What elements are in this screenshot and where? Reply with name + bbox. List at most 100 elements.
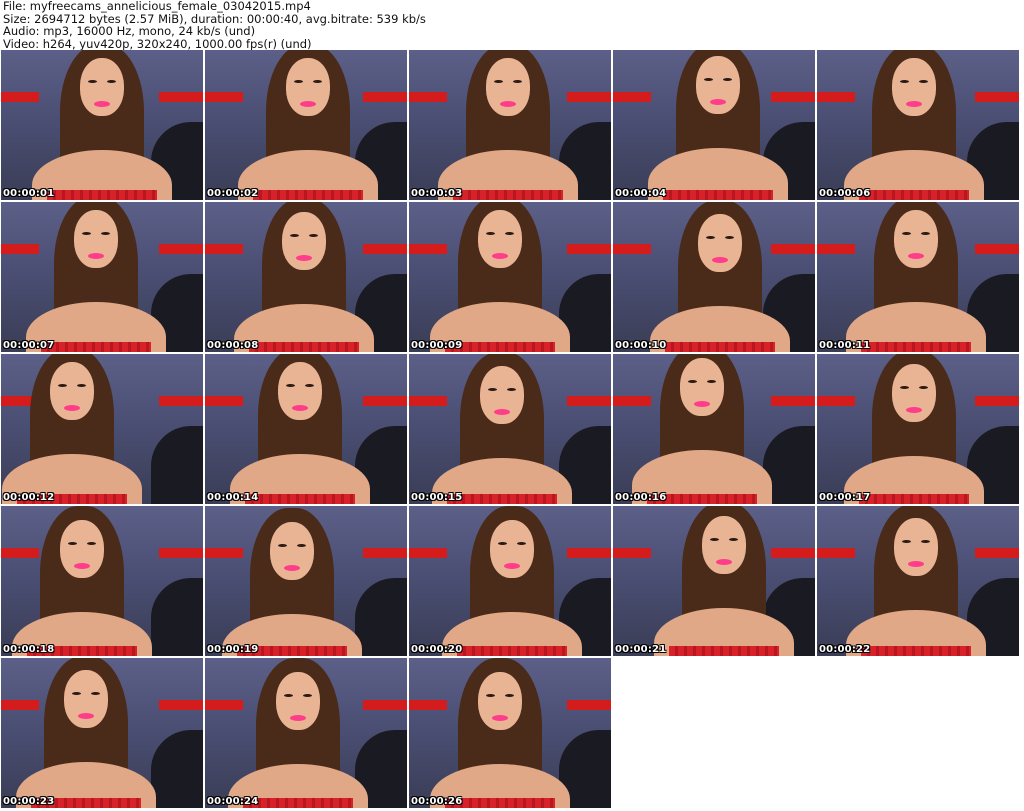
red-wall-stripe [567,396,611,406]
red-wall-stripe [817,396,855,406]
left-eye [902,540,911,543]
face [480,366,524,424]
frame-timestamp: 00:00:20 [411,644,463,655]
red-wall-stripe [205,92,243,102]
red-wall-stripe [409,92,447,102]
red-dress-top [663,190,773,200]
red-wall-stripe [159,244,203,254]
red-wall-stripe [159,396,203,406]
red-wall-stripe [159,92,203,102]
frame-timestamp: 00:00:06 [819,188,871,199]
frame-timestamp: 00:00:15 [411,492,463,503]
file-name-line: File: myfreecams_annelicious_female_0304… [3,0,311,13]
right-eye [517,542,526,545]
lips [908,253,924,259]
right-eye [303,694,312,697]
red-dress-top [861,646,971,656]
lips [94,101,110,107]
right-eye [91,692,100,695]
lips [710,99,726,105]
left-eye [284,694,293,697]
frame-timestamp: 00:00:10 [615,340,667,351]
frame-timestamp: 00:00:01 [3,188,55,199]
frame-timestamp: 00:00:19 [207,644,259,655]
face [50,362,94,420]
red-wall-stripe [1,92,39,102]
lips [712,257,728,263]
red-wall-stripe [409,548,447,558]
left-eye [710,538,719,541]
right-eye [505,232,514,235]
red-wall-stripe [205,548,243,558]
right-eye [505,694,514,697]
lips [694,401,710,407]
red-wall-stripe [817,548,855,558]
red-wall-stripe [817,244,855,254]
red-dress-top [447,494,557,504]
red-dress-top [453,190,563,200]
video-frame-thumbnail: 00:00:12 [1,354,203,504]
video-frame-thumbnail: 00:00:11 [817,202,1019,352]
red-dress-top [665,342,775,352]
red-dress-top [457,646,567,656]
right-eye [919,80,928,83]
video-frame-thumbnail: 00:00:09 [409,202,611,352]
face [286,58,330,116]
thumbnail-grid: 00:00:01 00:00:02 00:00:03 00:00:04 00:00:06… [1,50,1023,810]
red-wall-stripe [363,92,407,102]
frame-timestamp: 00:00:26 [411,796,463,807]
red-wall-stripe [567,92,611,102]
lips [492,253,508,259]
frame-timestamp: 00:00:02 [207,188,259,199]
right-eye [921,540,930,543]
video-frame-thumbnail: 00:00:04 [613,50,815,200]
left-eye [704,78,713,81]
red-wall-stripe [363,548,407,558]
face [478,210,522,268]
face [74,210,118,268]
face [894,518,938,576]
lips [908,561,924,567]
lips [284,565,300,571]
file-info-header: File: myfreecams_annelicious_female_0304… [0,0,1024,50]
red-wall-stripe [363,396,407,406]
video-frame-thumbnail: 00:00:16 [613,354,815,504]
lips [64,405,80,411]
face [698,214,742,272]
red-dress-top [47,190,157,200]
frame-timestamp: 00:00:09 [411,340,463,351]
right-eye [305,384,314,387]
video-frame-thumbnail: 00:00:17 [817,354,1019,504]
frame-timestamp: 00:00:11 [819,340,871,351]
left-eye [286,384,295,387]
face [894,210,938,268]
frame-timestamp: 00:00:08 [207,340,259,351]
red-wall-stripe [771,244,815,254]
red-wall-stripe [613,244,651,254]
frame-timestamp: 00:00:23 [3,796,55,807]
red-wall-stripe [613,396,651,406]
face [490,520,534,578]
video-frame-thumbnail: 00:00:20 [409,506,611,656]
face [80,58,124,116]
red-dress-top [859,494,969,504]
red-wall-stripe [1,244,39,254]
red-dress-top [669,646,779,656]
frame-timestamp: 00:00:04 [615,188,667,199]
red-wall-stripe [771,92,815,102]
red-wall-stripe [975,548,1019,558]
left-eye [494,80,503,83]
lips [906,407,922,413]
frame-timestamp: 00:00:12 [3,492,55,503]
video-frame-thumbnail: 00:00:01 [1,50,203,200]
frame-timestamp: 00:00:22 [819,644,871,655]
red-wall-stripe [1,700,39,710]
red-wall-stripe [613,92,651,102]
left-eye [706,236,715,239]
left-eye [486,232,495,235]
red-wall-stripe [159,548,203,558]
red-wall-stripe [409,700,447,710]
audio-info-line: Audio: mp3, 16000 Hz, mono, 24 kb/s (und… [3,24,256,38]
face [282,212,326,270]
lips [88,253,104,259]
